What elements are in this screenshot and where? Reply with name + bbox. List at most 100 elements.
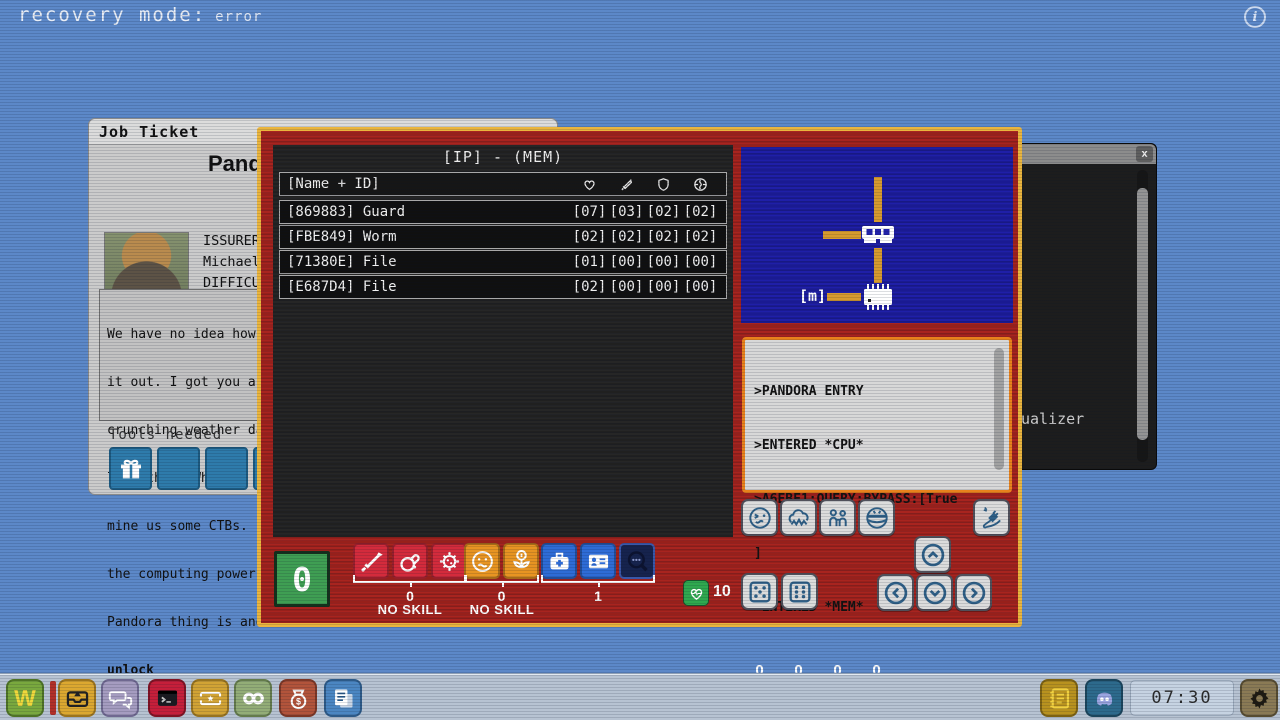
- bomb-tool-button[interactable]: [392, 543, 428, 579]
- dice-six-button[interactable]: [781, 573, 818, 610]
- move-right-button[interactable]: [955, 574, 992, 611]
- stat-icons: [571, 176, 719, 193]
- money-bag-icon: $: [285, 685, 312, 712]
- chat-bubbles-icon: [107, 685, 134, 712]
- utility-group-bracket: [541, 575, 655, 583]
- terminal-button[interactable]: [148, 679, 186, 717]
- chevron-up-icon: [919, 541, 947, 569]
- id-card-icon: [585, 548, 612, 575]
- chat-button[interactable]: [101, 679, 139, 717]
- clock: 07:30: [1130, 680, 1234, 716]
- helmet-counter-button[interactable]: [858, 499, 895, 536]
- sad-face-icon: [469, 548, 496, 575]
- settings-button[interactable]: [1240, 679, 1278, 717]
- sword-icon: [358, 548, 385, 575]
- virus-icon: [436, 548, 463, 575]
- move-up-button[interactable]: [914, 536, 951, 573]
- explosion-counter-button[interactable]: [780, 499, 817, 536]
- entity-row[interactable]: [869883] Guard [07][03][02][02]: [279, 200, 727, 224]
- info-icon[interactable]: i: [1244, 6, 1266, 28]
- medkit-tool-button[interactable]: [541, 543, 577, 579]
- defense-shield-icon: [645, 176, 682, 193]
- idcard-tool-button[interactable]: [580, 543, 616, 579]
- virus-tool-button[interactable]: [431, 543, 467, 579]
- map-link: [874, 177, 882, 222]
- close-icon[interactable]: x: [1136, 146, 1153, 162]
- attack-group-bracket: [353, 575, 467, 583]
- recovery-mode-label: recovery mode:: [18, 4, 206, 26]
- chevron-right-icon: [960, 579, 988, 607]
- location-title: [IP] - (MEM): [273, 148, 733, 166]
- crazy-face-icon: [746, 504, 774, 532]
- network-minimap[interactable]: [m]: [741, 147, 1013, 323]
- entity-row[interactable]: [71380E] File [01][00][00][00]: [279, 250, 727, 274]
- terminal-log[interactable]: >PANDORA ENTRY >ENTERED *CPU* >A6EBF1:QU…: [742, 337, 1012, 493]
- entity-stats: [02][02][02][02]: [571, 229, 719, 245]
- crazy-face-counter-button[interactable]: [741, 499, 778, 536]
- gear-icon: [1246, 685, 1273, 712]
- medkit-icon: [546, 548, 573, 575]
- die-6-icon: [786, 578, 814, 606]
- visualizer-partial-label: ualizer: [1021, 410, 1084, 428]
- terminal-scrollbar-thumb[interactable]: [994, 348, 1004, 470]
- svg-text:$: $: [295, 696, 300, 706]
- taskbar: W $ 07:30: [0, 674, 1280, 720]
- tool-slot-gift[interactable]: [109, 447, 152, 490]
- move-down-button[interactable]: [916, 574, 953, 611]
- move-left-button[interactable]: [877, 574, 914, 611]
- mem-node-icon[interactable]: [861, 222, 895, 252]
- heart-pulse-icon: [687, 584, 706, 603]
- visualizer-scrollbar-thumb[interactable]: [1137, 188, 1148, 440]
- attack-tool-button[interactable]: [353, 543, 389, 579]
- recovery-mode-value: error: [215, 9, 262, 25]
- inbox-button[interactable]: [58, 679, 96, 717]
- cpu-node-icon[interactable]: [861, 283, 895, 315]
- tool-slot-empty[interactable]: [205, 447, 248, 490]
- name-id-header: [Name + ID]: [287, 176, 571, 192]
- people-counter-button[interactable]: [819, 499, 856, 536]
- tools-needed-label: Tools needed: [109, 427, 222, 443]
- entity-row[interactable]: [FBE849] Worm [02][02][02][02]: [279, 225, 727, 249]
- entity-stats: [07][03][02][02]: [571, 204, 719, 220]
- taskbar-separator: [50, 681, 56, 715]
- start-button[interactable]: W: [6, 679, 44, 717]
- battery-slot-button[interactable]: 0: [274, 551, 330, 607]
- coin-plant-icon: [508, 548, 535, 575]
- map-self-label: [m]: [799, 287, 826, 305]
- money-button[interactable]: $: [279, 679, 317, 717]
- health-icon: [571, 176, 608, 193]
- hack-window[interactable]: [IP] - (MEM) [Name + ID] [869883] Guard …: [257, 127, 1022, 627]
- unplug-icon: [978, 504, 1006, 532]
- desktop: recovery mode: error i Job Ticket Pando …: [0, 0, 1280, 720]
- inbox-drive-icon: [64, 685, 91, 712]
- discord-button[interactable]: [1085, 679, 1123, 717]
- entity-stats: [02][00][00][00]: [571, 279, 719, 295]
- helmet-face-icon: [863, 504, 891, 532]
- infinity-button[interactable]: [234, 679, 272, 717]
- search-ellipsis-icon: [624, 548, 651, 575]
- map-link: [874, 248, 882, 283]
- journal-icon: [1046, 685, 1073, 712]
- emote-tool-button[interactable]: [464, 543, 500, 579]
- entity-list-panel: [IP] - (MEM) [Name + ID] [869883] Guard …: [273, 145, 733, 537]
- dice-five-button[interactable]: [741, 573, 778, 610]
- recovery-mode-status: recovery mode: error: [18, 4, 262, 26]
- news-button[interactable]: [324, 679, 362, 717]
- map-link: [823, 231, 861, 239]
- gift-icon: [116, 454, 146, 484]
- social-group-bracket: [464, 575, 539, 583]
- terminal-icon: [154, 685, 181, 712]
- health-badge: [683, 580, 709, 606]
- chevron-left-icon: [882, 579, 910, 607]
- map-link: [827, 293, 861, 301]
- grow-tool-button[interactable]: [503, 543, 539, 579]
- journal-button[interactable]: [1040, 679, 1078, 717]
- explosion-icon: [785, 504, 813, 532]
- entity-row[interactable]: [E687D4] File [02][00][00][00]: [279, 275, 727, 299]
- search-tool-button[interactable]: [619, 543, 655, 579]
- tool-slot-empty[interactable]: [157, 447, 200, 490]
- die-5-icon: [746, 578, 774, 606]
- ticket-button[interactable]: [191, 679, 229, 717]
- disconnect-button[interactable]: [973, 499, 1010, 536]
- attack-sword-icon: [608, 176, 645, 193]
